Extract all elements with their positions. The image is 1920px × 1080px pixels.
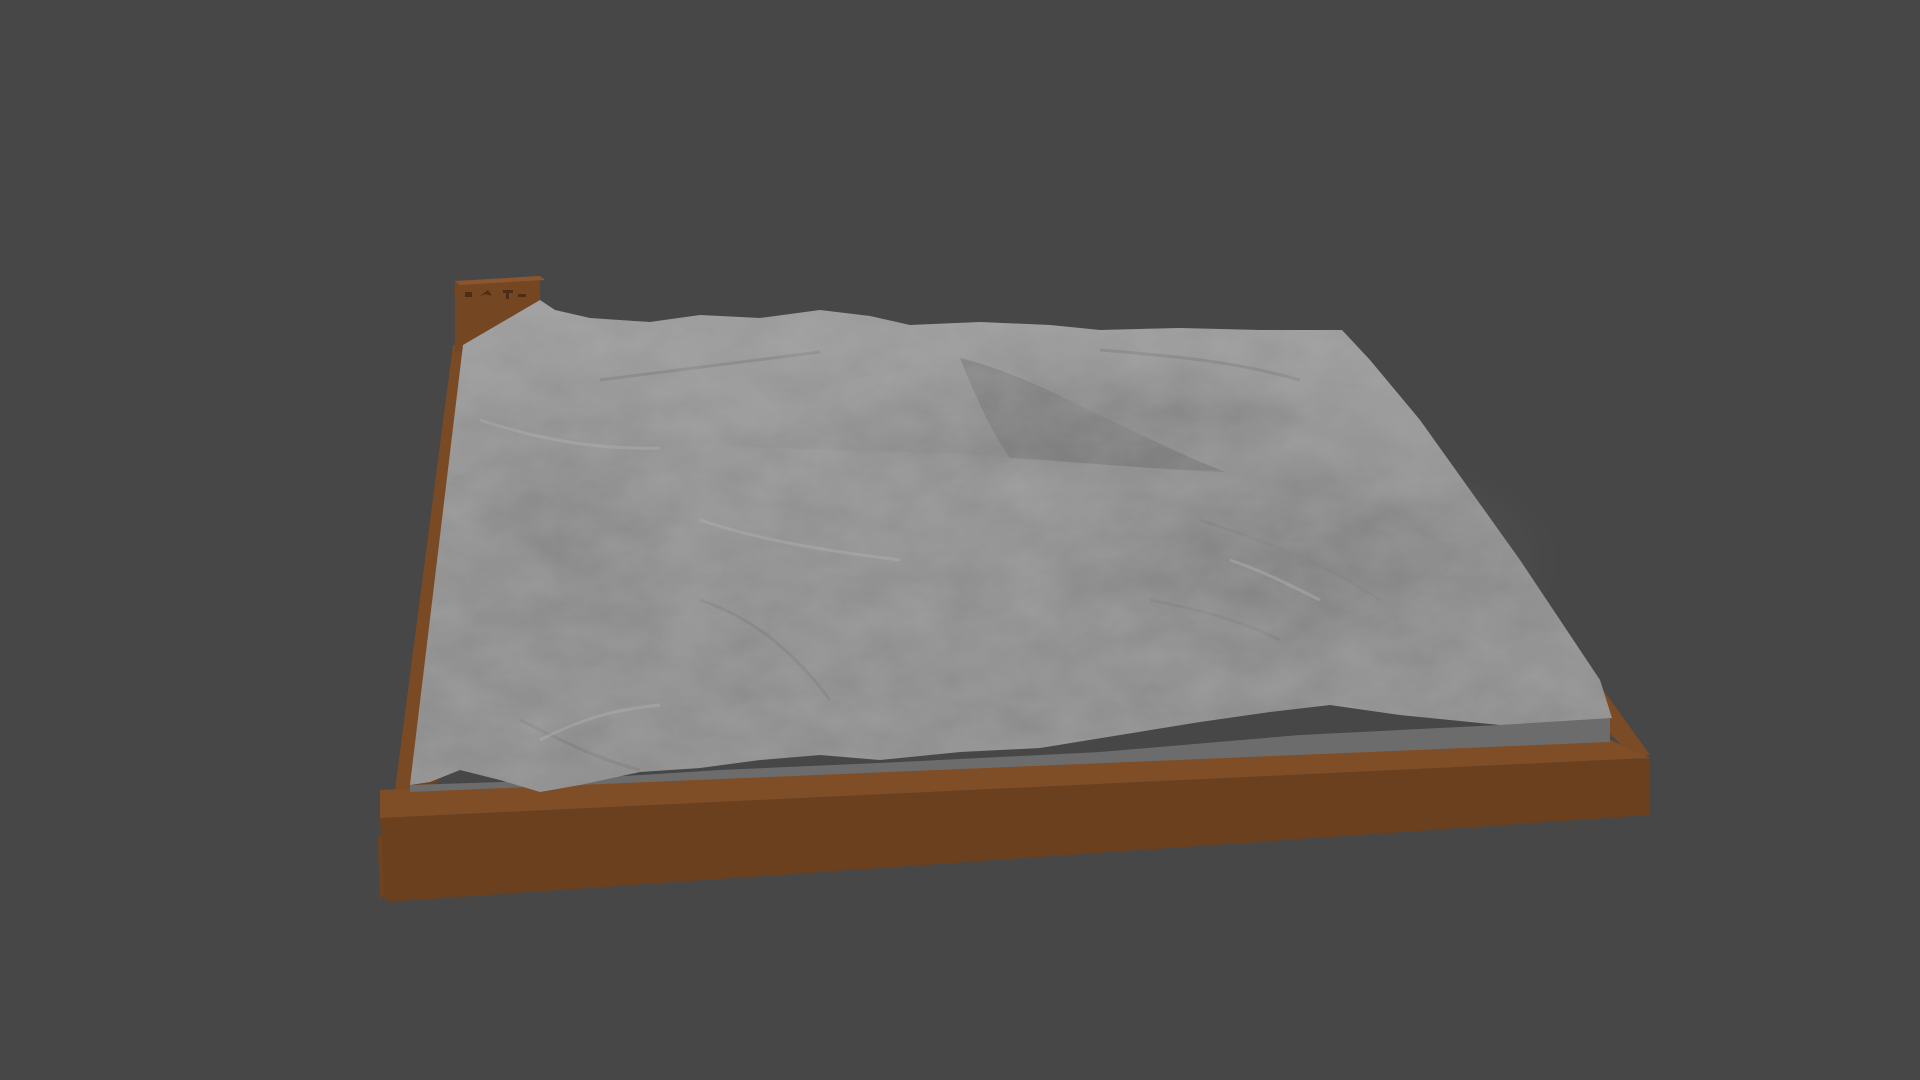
terrain-texture: [410, 300, 1612, 792]
terrain-model-render: [378, 276, 1650, 902]
terrain-surface: [410, 300, 1612, 792]
3d-viewport[interactable]: [0, 0, 1920, 1080]
